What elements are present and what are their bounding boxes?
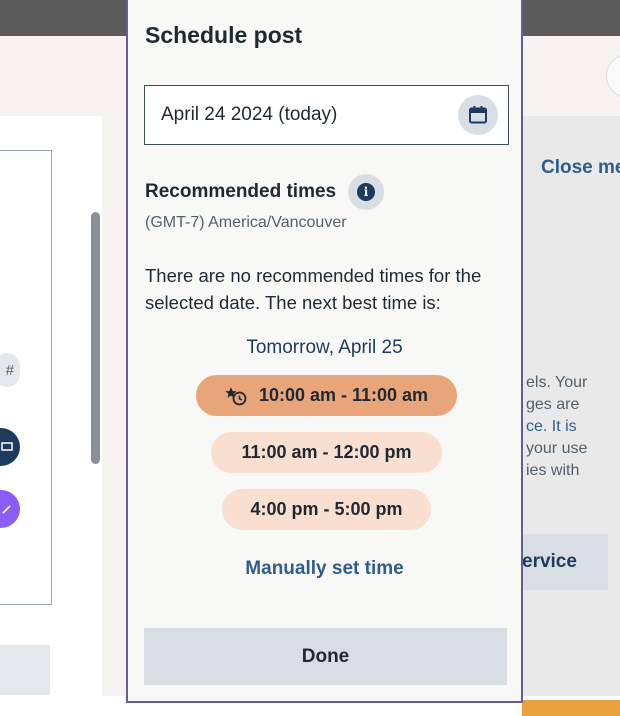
- info-button[interactable]: i: [348, 174, 384, 210]
- hashtag-chip[interactable]: #: [0, 353, 20, 387]
- recommended-times-heading: Recommended times: [145, 181, 337, 202]
- monitor-icon: [1, 442, 13, 451]
- manually-set-time-link[interactable]: Manually set time: [128, 558, 521, 580]
- side-text-line: els. Your: [526, 374, 588, 391]
- info-icon: i: [357, 183, 375, 201]
- time-slot-label: 11:00 am - 12:00 pm: [241, 442, 412, 462]
- timezone-label: (GMT-7) America/Vancouver: [145, 214, 347, 231]
- dialog-title: Schedule post: [145, 22, 303, 48]
- hash-label: #: [5, 361, 14, 379]
- done-button[interactable]: Done: [144, 628, 507, 685]
- side-text-line: your use: [526, 440, 588, 457]
- star-clock-icon: [225, 386, 247, 406]
- bottom-accent-strip: [522, 700, 620, 716]
- close-menu-link[interactable]: Close me: [541, 157, 620, 179]
- left-bottom-block: [0, 645, 50, 695]
- time-slot-label: 4:00 pm - 5:00 pm: [250, 499, 403, 519]
- side-text-line: ges are: [526, 396, 580, 413]
- time-slot-button[interactable]: 10:00 am - 11:00 am: [196, 375, 457, 416]
- side-text-line: ies with: [526, 462, 580, 479]
- calendar-icon: [469, 106, 487, 124]
- time-slot-button[interactable]: 4:00 pm - 5:00 pm: [222, 489, 431, 530]
- right-side-text: els. Your ges are ce. It is your use ies…: [526, 372, 620, 482]
- scrollbar-thumb[interactable]: [91, 212, 100, 464]
- side-text-link[interactable]: ce. It is: [526, 416, 620, 438]
- edit-icon: [2, 505, 11, 514]
- service-button[interactable]: ervice: [522, 534, 608, 590]
- schedule-post-dialog: Schedule post April 24 2024 (today) Reco…: [126, 0, 523, 703]
- calendar-button[interactable]: [458, 95, 498, 135]
- time-slot-button[interactable]: 11:00 am - 12:00 pm: [211, 432, 442, 473]
- time-slot-label: 10:00 am - 11:00 am: [258, 385, 429, 405]
- date-field[interactable]: April 24 2024 (today): [144, 85, 509, 145]
- next-best-date: Tomorrow, April 25: [246, 337, 403, 358]
- date-value: April 24 2024 (today): [161, 104, 338, 125]
- no-recommendations-message: There are no recommended times for the s…: [145, 265, 482, 313]
